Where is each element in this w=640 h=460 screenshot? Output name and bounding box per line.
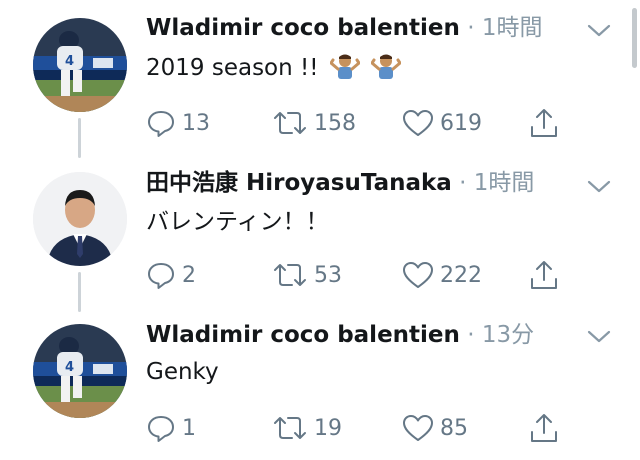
retweet-count: 158 — [314, 110, 356, 136]
reply-button[interactable]: 2 — [146, 258, 196, 292]
retweet-button[interactable]: 19 — [272, 411, 342, 445]
tweet-text: 2019 season !! — [146, 53, 402, 83]
retweet-count: 19 — [314, 415, 342, 441]
svg-text:4: 4 — [65, 360, 74, 375]
retweet-icon — [274, 264, 306, 286]
avatar[interactable]: 4 — [33, 18, 127, 112]
like-button[interactable]: 85 — [402, 411, 468, 445]
heart-icon — [403, 110, 433, 136]
like-count: 222 — [440, 262, 482, 288]
tweet-text-body: 2019 season !! — [146, 55, 319, 81]
share-button[interactable] — [528, 258, 560, 292]
reply-icon — [148, 416, 174, 442]
tweet-text: Genky — [146, 359, 219, 385]
share-icon — [531, 109, 557, 137]
share-button[interactable] — [528, 411, 560, 445]
reply-button[interactable]: 13 — [146, 106, 210, 140]
tweet-actions: 1 19 85 — [146, 411, 566, 445]
tweet-header: Wladimir coco balentien · 13分 — [146, 320, 570, 350]
tweet-actions: 13 158 619 — [146, 106, 566, 140]
like-count: 619 — [440, 110, 482, 136]
man-shrugging-icon — [371, 54, 402, 79]
heart-icon — [403, 415, 433, 441]
chevron-down-icon[interactable] — [585, 178, 613, 196]
tweet-text: バレンティン！！ — [146, 209, 329, 235]
reply-count: 1 — [182, 415, 196, 441]
retweet-button[interactable]: 53 — [272, 258, 342, 292]
tweet-header: 田中浩康 HiroyasuTanaka · 1時間 — [146, 168, 570, 198]
like-button[interactable]: 222 — [402, 258, 482, 292]
author-name[interactable]: Wladimir coco balentien — [146, 322, 460, 348]
share-button[interactable] — [528, 106, 560, 140]
share-icon — [531, 414, 557, 442]
timestamp[interactable]: 1時間 — [474, 170, 535, 196]
avatar[interactable] — [33, 172, 127, 266]
tweet-actions: 2 53 222 — [146, 258, 566, 292]
retweet-button[interactable]: 158 — [272, 106, 356, 140]
like-button[interactable]: 619 — [402, 106, 482, 140]
retweet-icon — [274, 417, 306, 439]
separator: · — [459, 170, 467, 196]
tweet-header: Wladimir coco balentien · 1時間 — [146, 13, 570, 43]
reply-count: 13 — [182, 110, 210, 136]
tweet[interactable]: 田中浩康 HiroyasuTanaka · 1時間 バレンティン！！ 2 53 … — [0, 158, 640, 308]
timestamp[interactable]: 1時間 — [482, 15, 543, 41]
reply-count: 2 — [182, 262, 196, 288]
chevron-down-icon[interactable] — [585, 22, 613, 40]
separator: · — [467, 15, 475, 41]
reply-icon — [148, 111, 174, 137]
reply-button[interactable]: 1 — [146, 411, 196, 445]
man-shrugging-icon — [329, 54, 360, 79]
tweet[interactable]: 4 Wladimir coco balentien · 13分 Genky 1 … — [0, 312, 640, 460]
like-count: 85 — [440, 415, 468, 441]
chevron-down-icon[interactable] — [585, 328, 613, 346]
tweet[interactable]: 4 Wladimir coco balentien · 1時間 2019 sea… — [0, 0, 640, 150]
author-name[interactable]: Wladimir coco balentien — [146, 15, 460, 41]
separator: · — [467, 322, 475, 348]
reply-icon — [148, 263, 174, 289]
share-icon — [531, 261, 557, 289]
heart-icon — [403, 262, 433, 288]
timestamp[interactable]: 13分 — [482, 322, 534, 348]
author-name[interactable]: 田中浩康 HiroyasuTanaka — [146, 170, 452, 196]
avatar[interactable]: 4 — [33, 324, 127, 418]
svg-text:4: 4 — [65, 54, 74, 69]
retweet-count: 53 — [314, 262, 342, 288]
retweet-icon — [274, 112, 306, 134]
